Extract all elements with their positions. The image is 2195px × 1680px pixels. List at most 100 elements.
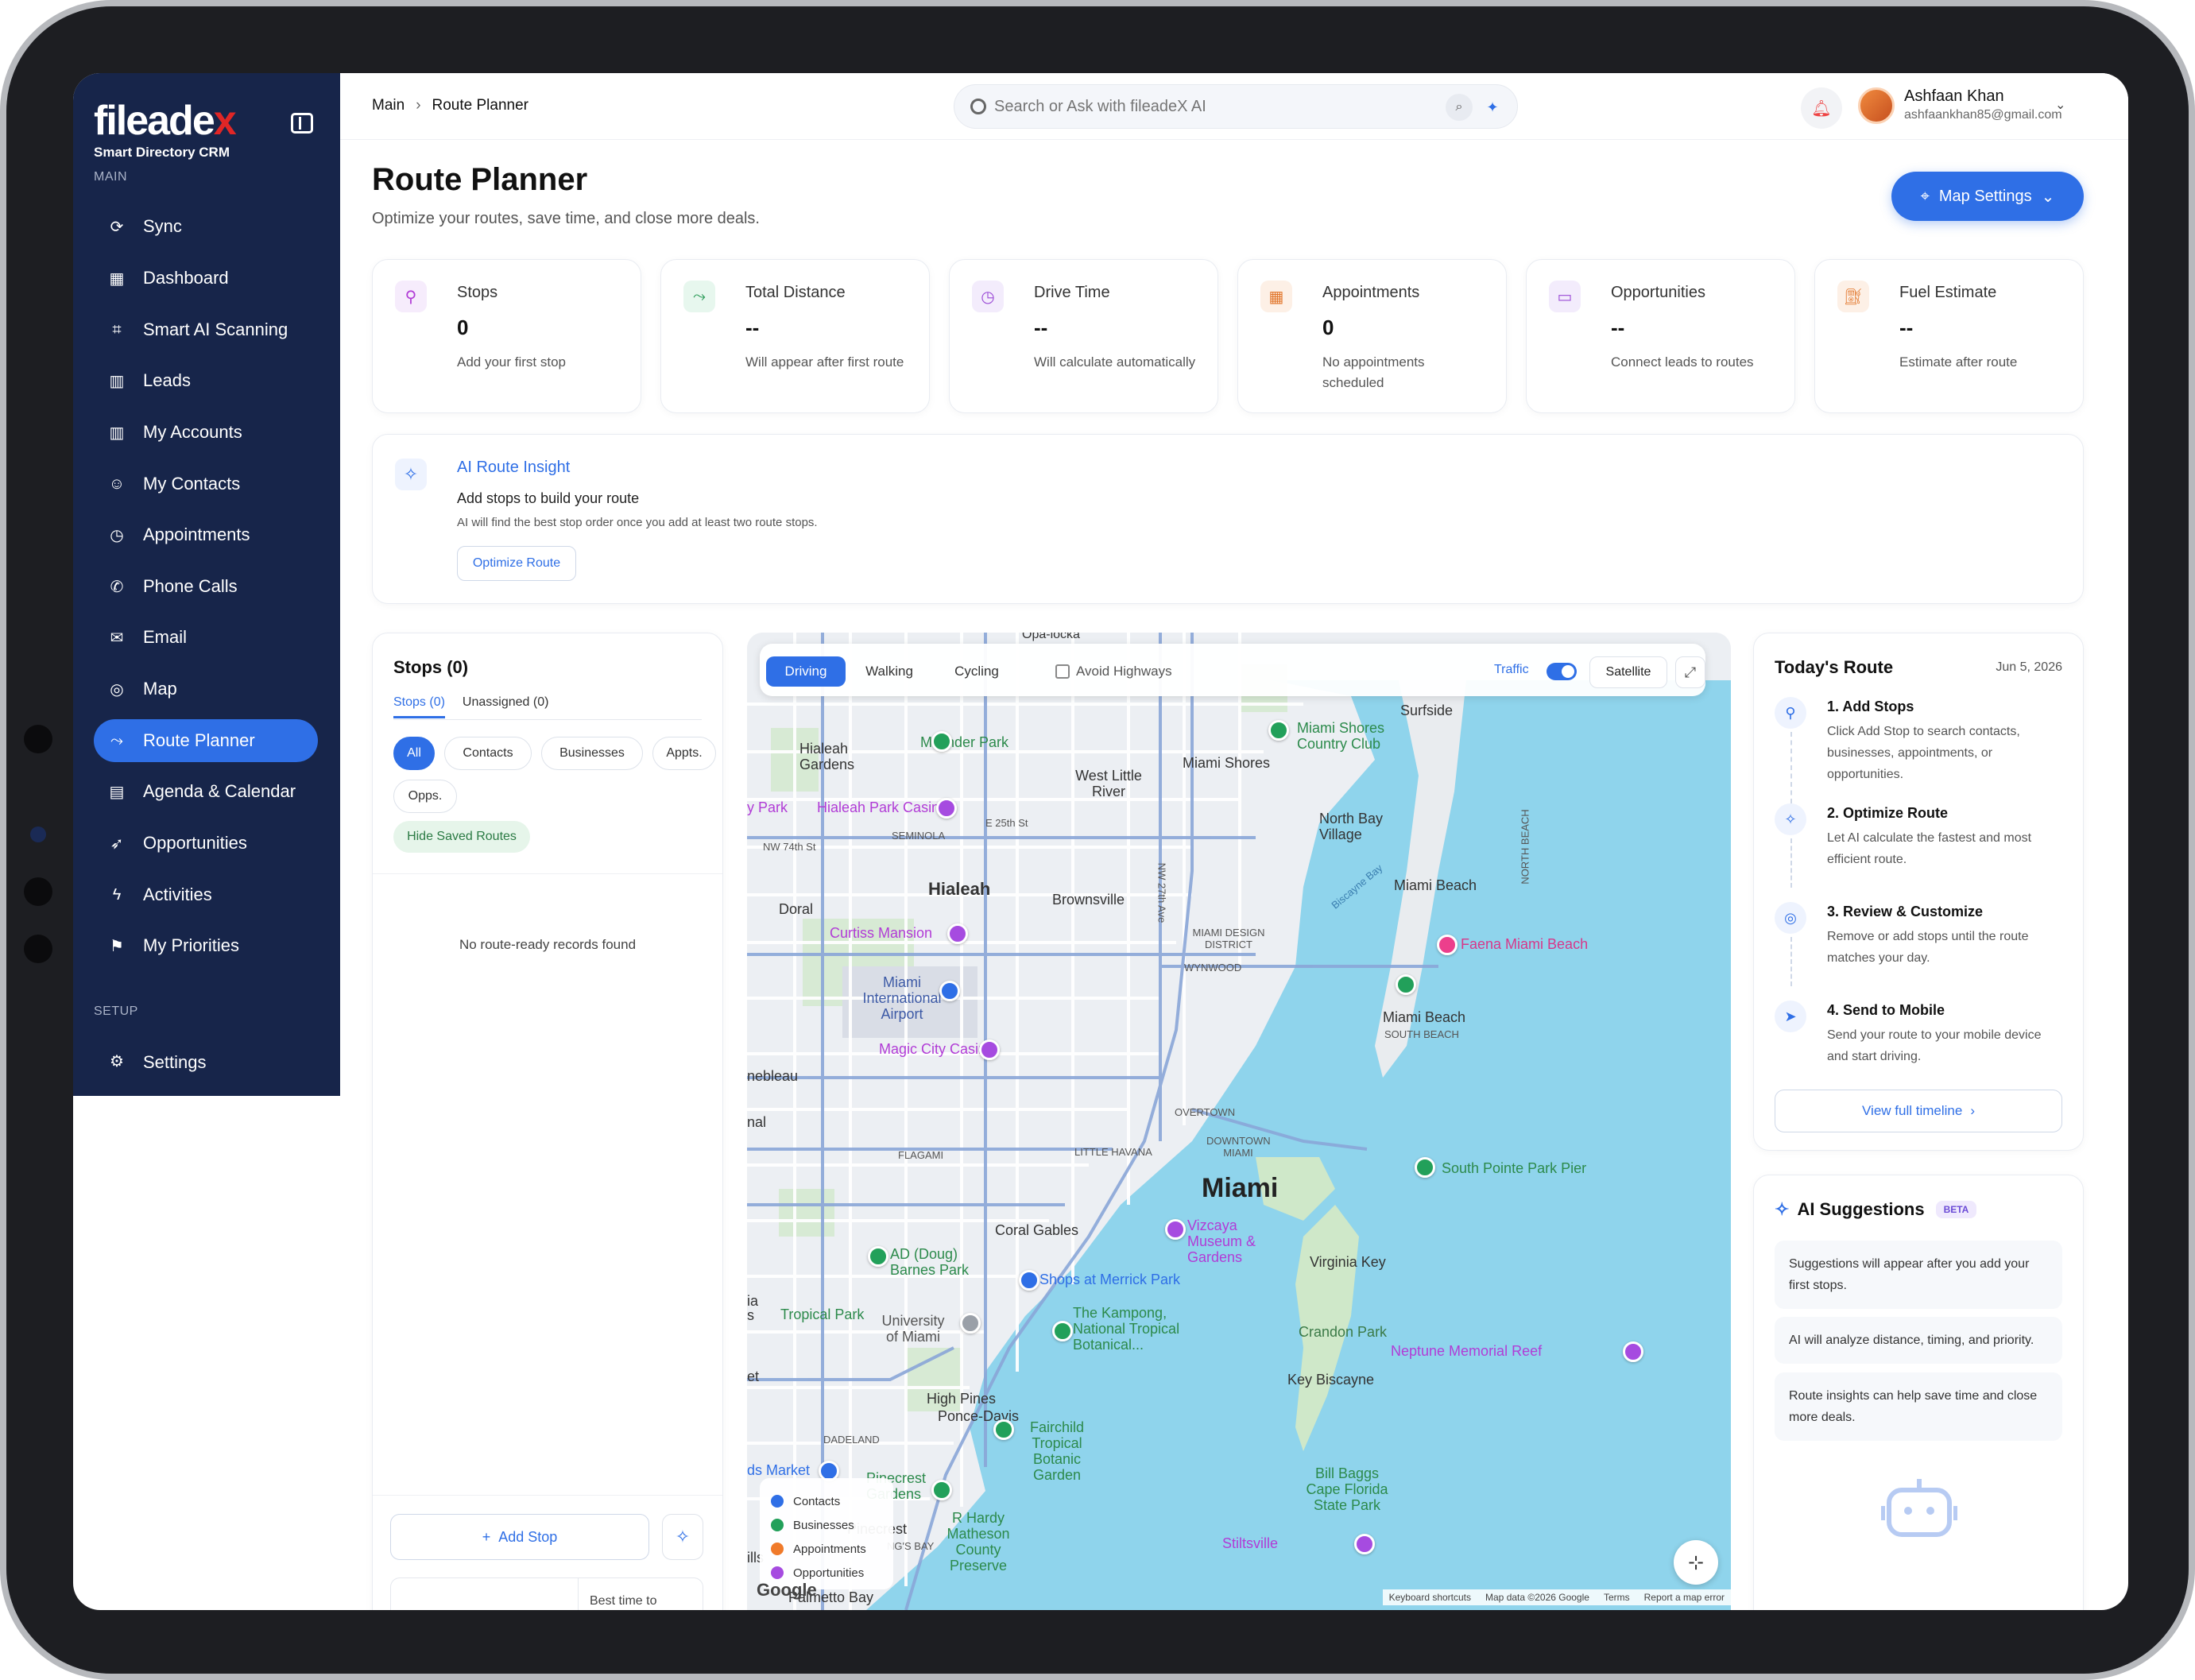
sidebar-item-activities[interactable]: ϟ Activities — [94, 873, 318, 916]
filter-all[interactable]: All — [393, 737, 435, 770]
opportunity-pin[interactable] — [1165, 1219, 1186, 1240]
map-label-overtown: OVERTOWN — [1175, 1106, 1236, 1118]
satellite-button[interactable]: Satellite — [1589, 656, 1667, 688]
map-label-doral: Doral — [779, 901, 814, 917]
todays-route-card: Today's Route Jun 5, 2026 ⚲ 1. Add Stops… — [1753, 633, 2084, 1151]
stat-card-appointments: ▦ Appointments 0 No appointments scheduled — [1237, 259, 1507, 413]
beta-badge: BETA — [1935, 1201, 1977, 1218]
sidebar-item-my-accounts[interactable]: ▥ My Accounts — [94, 411, 318, 454]
topbar: Main › Route Planner ⌕ ✦ 🔔︎ Ashfaan Khan a… — [340, 73, 2128, 140]
business-pin[interactable] — [1396, 974, 1416, 995]
sidebar-item-sync[interactable]: ⟳ Sync — [94, 205, 318, 248]
fullscreen-icon[interactable]: ⤢ — [1675, 656, 1705, 688]
avoid-highways-checkbox[interactable] — [1055, 664, 1070, 679]
business-pin[interactable] — [868, 1246, 888, 1267]
terms-link[interactable]: Terms — [1604, 1592, 1630, 1603]
step-connector — [1790, 937, 1792, 986]
rocket-icon: ➶ — [110, 834, 124, 853]
map-label-virginia-key: Virginia Key — [1310, 1254, 1386, 1270]
empty-state: No route-ready records found — [459, 937, 637, 952]
sidebar-item-my-priorities[interactable]: ⚑ My Priorities — [94, 924, 318, 967]
ai-sparkle-icon[interactable]: ✦ — [1479, 94, 1506, 121]
stat-desc: Will appear after first route — [745, 354, 904, 370]
user-name: Ashfaan Khan — [1904, 87, 2004, 105]
mode-walking[interactable]: Walking — [854, 656, 925, 687]
breadcrumb-main[interactable]: Main — [372, 97, 405, 114]
hide-saved-routes-button[interactable]: Hide Saved Routes — [393, 821, 530, 853]
view-full-timeline-button[interactable]: View full timeline › — [1775, 1090, 2062, 1132]
step-body: Send your route to your mobile device an… — [1827, 1028, 2042, 1063]
chevron-right-icon: › — [416, 97, 421, 114]
keyboard-shortcuts-link[interactable]: Keyboard shortcuts — [1389, 1592, 1471, 1603]
map-label-miami: Miami — [1202, 1173, 1279, 1203]
sidebar-item-map[interactable]: ◎ Map — [94, 668, 318, 710]
clock-icon: ◷ — [972, 281, 1004, 312]
mode-driving[interactable]: Driving — [766, 656, 846, 687]
avatar[interactable] — [1858, 87, 1895, 124]
opportunity-pin[interactable] — [947, 923, 968, 944]
notification-bell-icon[interactable]: 🔔︎ — [1801, 87, 1842, 129]
sidebar-item-email[interactable]: ✉ Email — [94, 616, 318, 659]
mode-cycling[interactable]: Cycling — [941, 656, 1012, 687]
sidebar-item-settings[interactable]: ⚙ Settings — [94, 1041, 318, 1073]
sidebar-item-smart-ai-scanning[interactable]: ⌗ Smart AI Scanning — [94, 308, 318, 351]
sidebar-item-phone-calls[interactable]: ✆ Phone Calls — [94, 565, 318, 608]
dashboard-icon: ▦ — [109, 269, 125, 288]
ai-suggestions-header: ✧ AI Suggestions BETA — [1775, 1199, 1977, 1220]
traffic-toggle[interactable] — [1547, 663, 1577, 680]
search-input[interactable] — [994, 97, 1439, 116]
volume-button — [0, 302, 6, 350]
filter-contacts[interactable]: Contacts — [444, 737, 532, 770]
legend-dot — [771, 1519, 784, 1531]
sidebar-item-appointments[interactable]: ◷ Appointments — [94, 513, 318, 556]
business-pin[interactable] — [1268, 720, 1289, 741]
map-view[interactable]: Miami Hialeah Hialeah Gardens West Littl… — [747, 633, 1731, 1610]
stops-panel: Stops (0) Stops (0) Unassigned (0) All C… — [372, 633, 723, 1610]
opportunity-pin[interactable] — [1354, 1534, 1375, 1554]
opportunity-pin[interactable] — [1623, 1341, 1643, 1362]
sidebar-item-dashboard[interactable]: ▦ Dashboard — [94, 257, 318, 300]
map-label-south-beach: SOUTH BEACH — [1384, 1028, 1459, 1040]
recenter-icon[interactable]: ⊹ — [1674, 1540, 1718, 1585]
sidebar-item-leads[interactable]: ▥ Leads — [94, 359, 318, 402]
stat-title: Appointments — [1322, 284, 1420, 301]
filter-appointments[interactable]: Appts. — [652, 737, 716, 770]
opportunity-pin[interactable] — [936, 798, 957, 819]
business-pin[interactable] — [993, 1419, 1014, 1440]
business-pin[interactable] — [931, 731, 952, 752]
sidebar-item-my-contacts[interactable]: ☺ My Contacts — [94, 463, 318, 505]
optimize-route-button[interactable]: Optimize Route — [457, 546, 576, 581]
collapse-sidebar-icon[interactable] — [291, 113, 313, 134]
chevron-down-icon[interactable]: ⌄ — [2055, 97, 2065, 113]
sidebar-item-route-planner[interactable]: ⤳ Route Planner — [94, 719, 318, 762]
add-stop-button[interactable]: + Add Stop — [390, 1514, 649, 1560]
report-error-link[interactable]: Report a map error — [1644, 1592, 1725, 1603]
global-search[interactable]: ⌕ ✦ — [954, 84, 1518, 129]
todays-route-date: Jun 5, 2026 — [1996, 660, 2062, 674]
business-pin[interactable] — [931, 1480, 952, 1500]
sidebar-item-agenda-calendar[interactable]: ▤ Agenda & Calendar — [94, 770, 318, 813]
contact-pin[interactable] — [939, 981, 960, 1001]
place-pin[interactable] — [960, 1313, 981, 1334]
legend-dot — [771, 1543, 784, 1555]
appointment-pin[interactable] — [1437, 935, 1458, 955]
map-icon: ◎ — [110, 680, 124, 699]
search-button-icon[interactable]: ⌕ — [1446, 94, 1473, 121]
business-pin[interactable] — [1415, 1157, 1435, 1178]
filter-opportunities[interactable]: Opps. — [393, 780, 457, 813]
map-settings-button[interactable]: ⌖ Map Settings ⌄ — [1891, 172, 2084, 221]
sparkle-icon: ✧ — [1775, 1199, 1790, 1219]
tab-unassigned[interactable]: Unassigned (0) — [463, 695, 549, 718]
opportunity-pin[interactable] — [979, 1039, 1000, 1060]
tab-stops[interactable]: Stops (0) — [393, 695, 445, 718]
map-label-hialeah-casino: Hialeah Park Casino — [817, 799, 948, 815]
sidebar-item-opportunities[interactable]: ➶ Opportunities — [94, 822, 318, 865]
ai-sparkle-icon[interactable]: ✧ — [662, 1514, 703, 1560]
app-screen: fileadex Smart Directory CRM MAIN ⟳ Sync … — [73, 73, 2128, 1610]
contact-pin[interactable] — [1019, 1270, 1039, 1291]
map-label-downtown: DOWNTOWN MIAMI — [1206, 1135, 1271, 1159]
business-pin[interactable] — [1052, 1321, 1073, 1341]
filter-businesses[interactable]: Businesses — [541, 737, 643, 770]
step-body: Let AI calculate the fastest and most ef… — [1827, 831, 2032, 866]
map-label-kampong: The Kampong, National Tropical Botanical… — [1073, 1305, 1180, 1353]
